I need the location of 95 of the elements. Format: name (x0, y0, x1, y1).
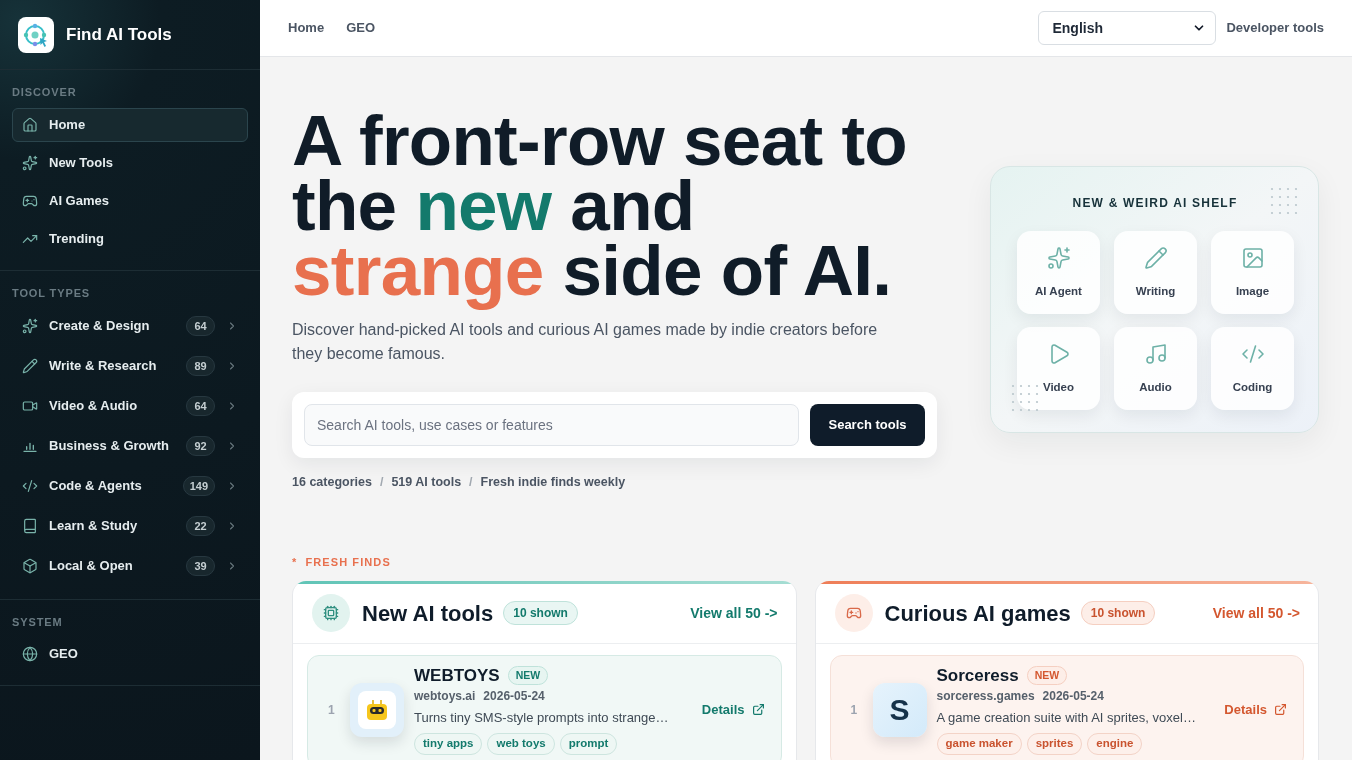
details-link[interactable]: Details (1224, 700, 1287, 720)
sidebar-item[interactable]: Business & Growth 92 (12, 428, 248, 464)
sidebar-item[interactable]: New Tools (12, 146, 248, 180)
item-description: Turns tiny SMS-style prompts into strange… (414, 708, 670, 727)
stat-text: 519 AI tools (391, 474, 462, 491)
cube-icon (22, 558, 38, 574)
stat-text: Fresh indie finds weekly (480, 474, 626, 491)
count-badge: 64 (186, 396, 215, 416)
hero-subtitle: Discover hand-picked AI tools and curious AI games made by indie creators before they become famous. (292, 320, 879, 364)
hero-title: A front-row seat to the new and strange side of AI. (292, 108, 908, 312)
domain-text: sorceress.games (936, 687, 1035, 705)
home-icon (22, 117, 38, 133)
count-badge: 92 (186, 436, 215, 456)
shelf-tile[interactable]: Writing (1114, 231, 1197, 314)
globe-icon (22, 646, 38, 662)
letter-logo: S (872, 682, 927, 737)
shelf-tile[interactable]: Image (1211, 231, 1294, 314)
item-description: A game creation suite with AI sprites, voxel… (936, 708, 1197, 727)
code-icon (1240, 342, 1265, 366)
developer-tools-link[interactable]: Developer tools (1226, 18, 1324, 38)
sidebar-item[interactable]: GEO (12, 637, 248, 671)
music-note-icon (1143, 342, 1168, 366)
count-badge: 10 shown (503, 601, 578, 626)
brand-logo-icon (18, 16, 54, 53)
tag-chip[interactable]: tiny apps (414, 732, 483, 755)
sidebar-item[interactable]: AI Games (12, 184, 248, 218)
brand-name: Find AI Tools (66, 23, 172, 46)
sparkle-icon (22, 155, 38, 171)
language-select[interactable]: English (1038, 11, 1217, 45)
shelf-tile[interactable]: Coding (1211, 327, 1294, 410)
new-badge: NEW (507, 666, 549, 686)
separator-text: / (469, 474, 473, 491)
pencil-icon (1143, 246, 1168, 270)
shelf-tile[interactable]: Audio (1114, 327, 1197, 410)
date-text: 2026-05-24 (483, 687, 545, 705)
nav-link[interactable]: Home (288, 18, 325, 38)
sparkle-icon (1046, 246, 1071, 270)
view-all-link[interactable]: View all 50 -> (690, 602, 778, 624)
tag-chip[interactable]: game maker (936, 732, 1022, 755)
section-label: FRESH FINDS (305, 554, 391, 569)
stat-text: 16 categories (292, 474, 372, 491)
panel-title: Curious AI games (884, 599, 1071, 628)
separator-text: / (379, 474, 384, 491)
item-name: WEBTOYS (414, 664, 500, 687)
shelf-tile[interactable]: AI Agent (1017, 231, 1100, 314)
video-camera-icon (22, 398, 38, 414)
count-badge: 22 (186, 516, 215, 536)
count-badge: 149 (182, 476, 215, 496)
sidebar-item[interactable]: Home (12, 108, 248, 142)
code-icon (22, 478, 38, 494)
dot-grid-icon (1270, 187, 1298, 215)
details-link[interactable]: Details (701, 700, 765, 720)
new-badge: NEW (1026, 666, 1068, 686)
date-text: 2026-05-24 (1042, 687, 1104, 705)
search-button[interactable]: Search tools (810, 404, 925, 446)
sidebar-item[interactable]: Create & Design 64 (12, 308, 248, 344)
tag-chip[interactable]: engine (1087, 732, 1143, 755)
sidebar-item[interactable]: Learn & Study 22 (12, 508, 248, 544)
image-icon (1240, 246, 1265, 270)
sparkle-icon (22, 318, 38, 334)
domain-text: webtoys.ai (414, 687, 476, 705)
robot-logo-icon (350, 682, 404, 737)
external-link-icon (1274, 703, 1287, 717)
book-icon (22, 518, 38, 534)
shelf-tile[interactable]: Video (1017, 327, 1100, 410)
tag-chip[interactable]: web toys (487, 732, 555, 755)
panel-title: New AI tools (362, 599, 494, 628)
external-link-icon (751, 703, 765, 717)
rank-number: 1 (850, 701, 859, 719)
section-heading: DISCOVER (12, 85, 78, 99)
sidebar-item[interactable]: Video & Audio 64 (12, 388, 248, 424)
shelf-title: NEW & WEIRD AI SHELF (1071, 196, 1239, 210)
pencil-icon (22, 358, 38, 374)
count-badge: 39 (186, 556, 215, 576)
nav-link[interactable]: GEO (346, 18, 376, 38)
rank-number: 1 (328, 701, 336, 719)
tag-chip[interactable]: sprites (1026, 732, 1083, 755)
count-badge: 64 (186, 316, 215, 336)
tag-chip[interactable]: prompt (559, 732, 618, 755)
section-heading: TOOL TYPES (12, 286, 92, 300)
gamepad-icon (22, 193, 38, 209)
dot-grid-icon (1011, 384, 1039, 412)
sidebar-item[interactable]: Local & Open 39 (12, 548, 248, 584)
search-field[interactable]: Search AI tools, use cases or features (304, 404, 799, 446)
chip-icon (312, 594, 350, 633)
item-name: Sorceress (936, 664, 1019, 687)
count-badge: 89 (186, 356, 215, 376)
sidebar-item[interactable]: Trending (12, 222, 248, 256)
section-heading: SYSTEM (12, 615, 64, 629)
star-marker: * (292, 554, 298, 569)
view-all-link[interactable]: View all 50 -> (1212, 602, 1300, 624)
count-badge: 10 shown (1080, 601, 1156, 626)
gamepad-icon (834, 594, 873, 633)
sidebar-item[interactable]: Write & Research 89 (12, 348, 248, 384)
sidebar-item[interactable]: Code & Agents 149 (12, 468, 248, 504)
